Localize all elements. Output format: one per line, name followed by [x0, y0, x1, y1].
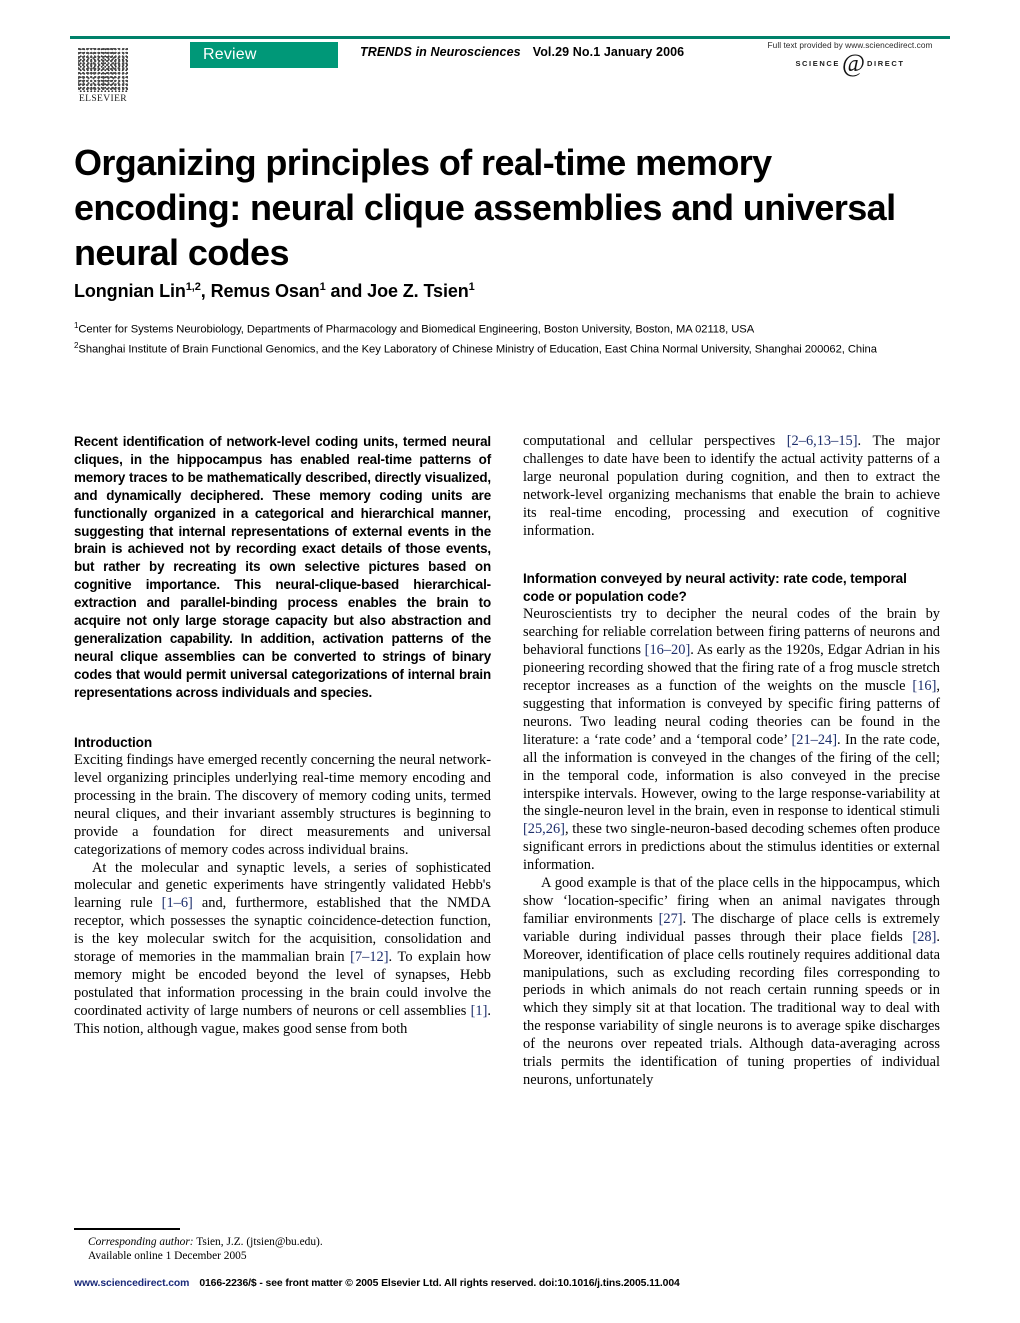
- citation-ref[interactable]: [25,26]: [523, 821, 565, 837]
- sciencedirect-block: Full text provided by www.sciencedirect.…: [750, 40, 950, 77]
- sciencedirect-link[interactable]: www.sciencedirect.com: [74, 1278, 189, 1289]
- section-heading-introduction: Introduction: [74, 734, 153, 750]
- footer-bar: www.sciencedirect.com 0166-2236/$ - see f…: [74, 1278, 954, 1289]
- citation-ref[interactable]: [1]: [471, 1003, 488, 1019]
- rate-code-paragraph-2: A good example is that of the place cell…: [523, 875, 940, 1090]
- journal-name: TRENDS in Neurosciences: [360, 45, 521, 59]
- citation-ref[interactable]: [16]: [912, 678, 936, 694]
- sciencedirect-logo-science: SCIENCE: [795, 58, 840, 68]
- section-heading-rate-code: Information conveyed by neural activity:…: [523, 571, 907, 604]
- intro-paragraph-2-continued: computational and cellular perspectives …: [523, 433, 940, 540]
- rate-code-paragraph-1: Neuroscientists try to decipher the neur…: [523, 606, 940, 875]
- corresponding-author-label: Corresponding author:: [88, 1235, 194, 1248]
- rc-p2-seg-c: . Moreover, identification of place cell…: [523, 928, 940, 1088]
- corresponding-author-footnote: Corresponding author: Tsien, J.Z. (jtsie…: [74, 1228, 491, 1264]
- available-online-line: Available online 1 December 2005: [88, 1250, 247, 1263]
- masthead: ELSEVIER Review TRENDS in Neurosciences V…: [70, 36, 950, 108]
- sciencedirect-logo-direct: DIRECT: [867, 58, 905, 68]
- citation-ref[interactable]: [28]: [912, 929, 936, 945]
- citation-ref[interactable]: [1–6]: [162, 895, 193, 911]
- abstract-text: Recent identification of network-level c…: [74, 434, 491, 700]
- intro-p2-cont-a: computational and cellular perspectives: [523, 433, 787, 449]
- intro-paragraph-2: At the molecular and synaptic levels, a …: [74, 860, 491, 1039]
- citation-ref[interactable]: [21–24]: [791, 732, 837, 748]
- intro-paragraph-1: Exciting findings have emerged recently …: [74, 752, 491, 858]
- rc-p1-seg-e: , these two single-neuron-based decoding…: [523, 821, 940, 874]
- sciencedirect-logo: SCIENCE @ DIRECT: [750, 50, 950, 77]
- at-symbol-icon: @: [841, 50, 866, 77]
- author-list: Longnian Lin1,2, Remus Osan1 and Joe Z. …: [74, 281, 475, 301]
- corresponding-author-value[interactable]: Tsien, J.Z. (jtsien@bu.edu).: [194, 1236, 322, 1248]
- page-title: Organizing principles of real-time memor…: [74, 142, 896, 274]
- journal-citation-line: TRENDS in Neurosciences Vol.29 No.1 Janua…: [360, 45, 684, 59]
- citation-ref[interactable]: [2–6,13–15]: [787, 433, 858, 449]
- paper-page: ELSEVIER Review TRENDS in Neurosciences V…: [0, 0, 1020, 1323]
- sciencedirect-fulltext-note: Full text provided by www.sciencedirect.…: [767, 40, 933, 50]
- column-right: computational and cellular perspectives …: [523, 433, 940, 1090]
- article-type-badge: Review: [190, 42, 338, 68]
- copyright-line: 0166-2236/$ - see front matter © 2005 El…: [199, 1278, 680, 1289]
- citation-ref[interactable]: [16–20]: [645, 642, 691, 658]
- elsevier-logo: ELSEVIER: [74, 42, 132, 104]
- affiliations: 1Center for Systems Neurobiology, Depart…: [74, 321, 877, 356]
- citation-ref[interactable]: [27]: [659, 911, 683, 927]
- masthead-rule: [70, 36, 950, 39]
- citation-ref[interactable]: [7–12]: [350, 949, 388, 965]
- elsevier-wordmark: ELSEVIER: [78, 94, 128, 104]
- journal-volume: Vol.29 No.1 January 2006: [532, 45, 685, 59]
- elsevier-tree-icon: [78, 48, 128, 92]
- corresponding-author-line: Corresponding author: Tsien, J.Z. (jtsie…: [74, 1235, 491, 1250]
- footnote-divider: [74, 1228, 180, 1230]
- column-left: Recent identification of network-level c…: [74, 433, 491, 1039]
